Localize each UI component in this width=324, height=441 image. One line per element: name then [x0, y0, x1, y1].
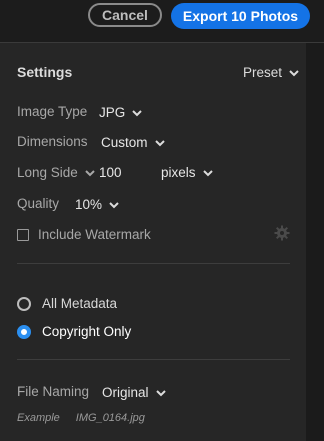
dimensions-row: Dimensions: [17, 134, 88, 149]
file-naming-value: Original: [102, 385, 149, 400]
all-metadata-radio[interactable]: All Metadata: [17, 296, 117, 311]
chevron-down-icon: [155, 387, 167, 399]
file-naming-label: File Naming: [17, 384, 90, 399]
file-naming-example: Example IMG_0164.jpg: [17, 412, 145, 424]
all-metadata-label: All Metadata: [42, 296, 118, 311]
preset-label: Preset: [243, 65, 283, 80]
quality-dropdown[interactable]: 10%: [75, 197, 120, 212]
chevron-down-icon: [202, 167, 214, 179]
long-side-value: 100: [99, 165, 122, 180]
file-naming-row: File Naming: [17, 384, 89, 399]
copyright-only-radio[interactable]: Copyright Only: [17, 324, 131, 339]
long-side-dropdown[interactable]: Long Side: [17, 165, 96, 180]
example-label: Example: [17, 412, 60, 424]
image-type-row: Image Type: [17, 104, 87, 119]
file-naming-dropdown[interactable]: Original: [102, 385, 167, 400]
chevron-down-icon: [154, 137, 166, 149]
chevron-down-icon: [288, 67, 300, 79]
settings-heading: Settings: [17, 64, 73, 80]
dimensions-value: Custom: [101, 135, 148, 150]
cancel-button[interactable]: Cancel: [88, 3, 162, 27]
quality-row: Quality: [17, 196, 59, 211]
chevron-down-icon: [108, 199, 120, 211]
gear-icon[interactable]: [274, 225, 290, 246]
divider: [17, 359, 290, 360]
image-type-dropdown[interactable]: JPG: [99, 105, 143, 120]
include-watermark-label: Include Watermark: [38, 227, 151, 242]
long-side-label: Long Side: [17, 165, 78, 180]
top-bar: Cancel Export 10 Photos: [0, 0, 324, 43]
image-type-value: JPG: [99, 105, 126, 120]
checkbox-box[interactable]: [17, 228, 29, 241]
long-side-input[interactable]: 100: [99, 165, 122, 180]
export-settings-panel: [0, 43, 306, 441]
dimensions-label: Dimensions: [17, 134, 88, 149]
quality-value: 10%: [75, 197, 103, 212]
unit-dropdown[interactable]: pixels: [161, 165, 214, 180]
unit-value: pixels: [161, 165, 196, 180]
scrollbar-track[interactable]: [306, 43, 324, 441]
dimensions-dropdown[interactable]: Custom: [101, 135, 166, 150]
chevron-down-icon: [131, 107, 143, 119]
preset-dropdown[interactable]: Preset: [243, 65, 300, 80]
example-filename: IMG_0164.jpg: [75, 412, 145, 424]
export-photos-button[interactable]: Export 10 Photos: [171, 3, 310, 29]
radio-button-selected[interactable]: [17, 324, 31, 339]
include-watermark-checkbox[interactable]: Include Watermark: [17, 227, 151, 242]
copyright-only-label: Copyright Only: [42, 324, 132, 339]
chevron-down-icon: [84, 167, 96, 179]
divider: [17, 263, 290, 264]
image-type-label: Image Type: [17, 104, 88, 119]
radio-button[interactable]: [17, 296, 31, 311]
quality-label: Quality: [17, 196, 60, 211]
